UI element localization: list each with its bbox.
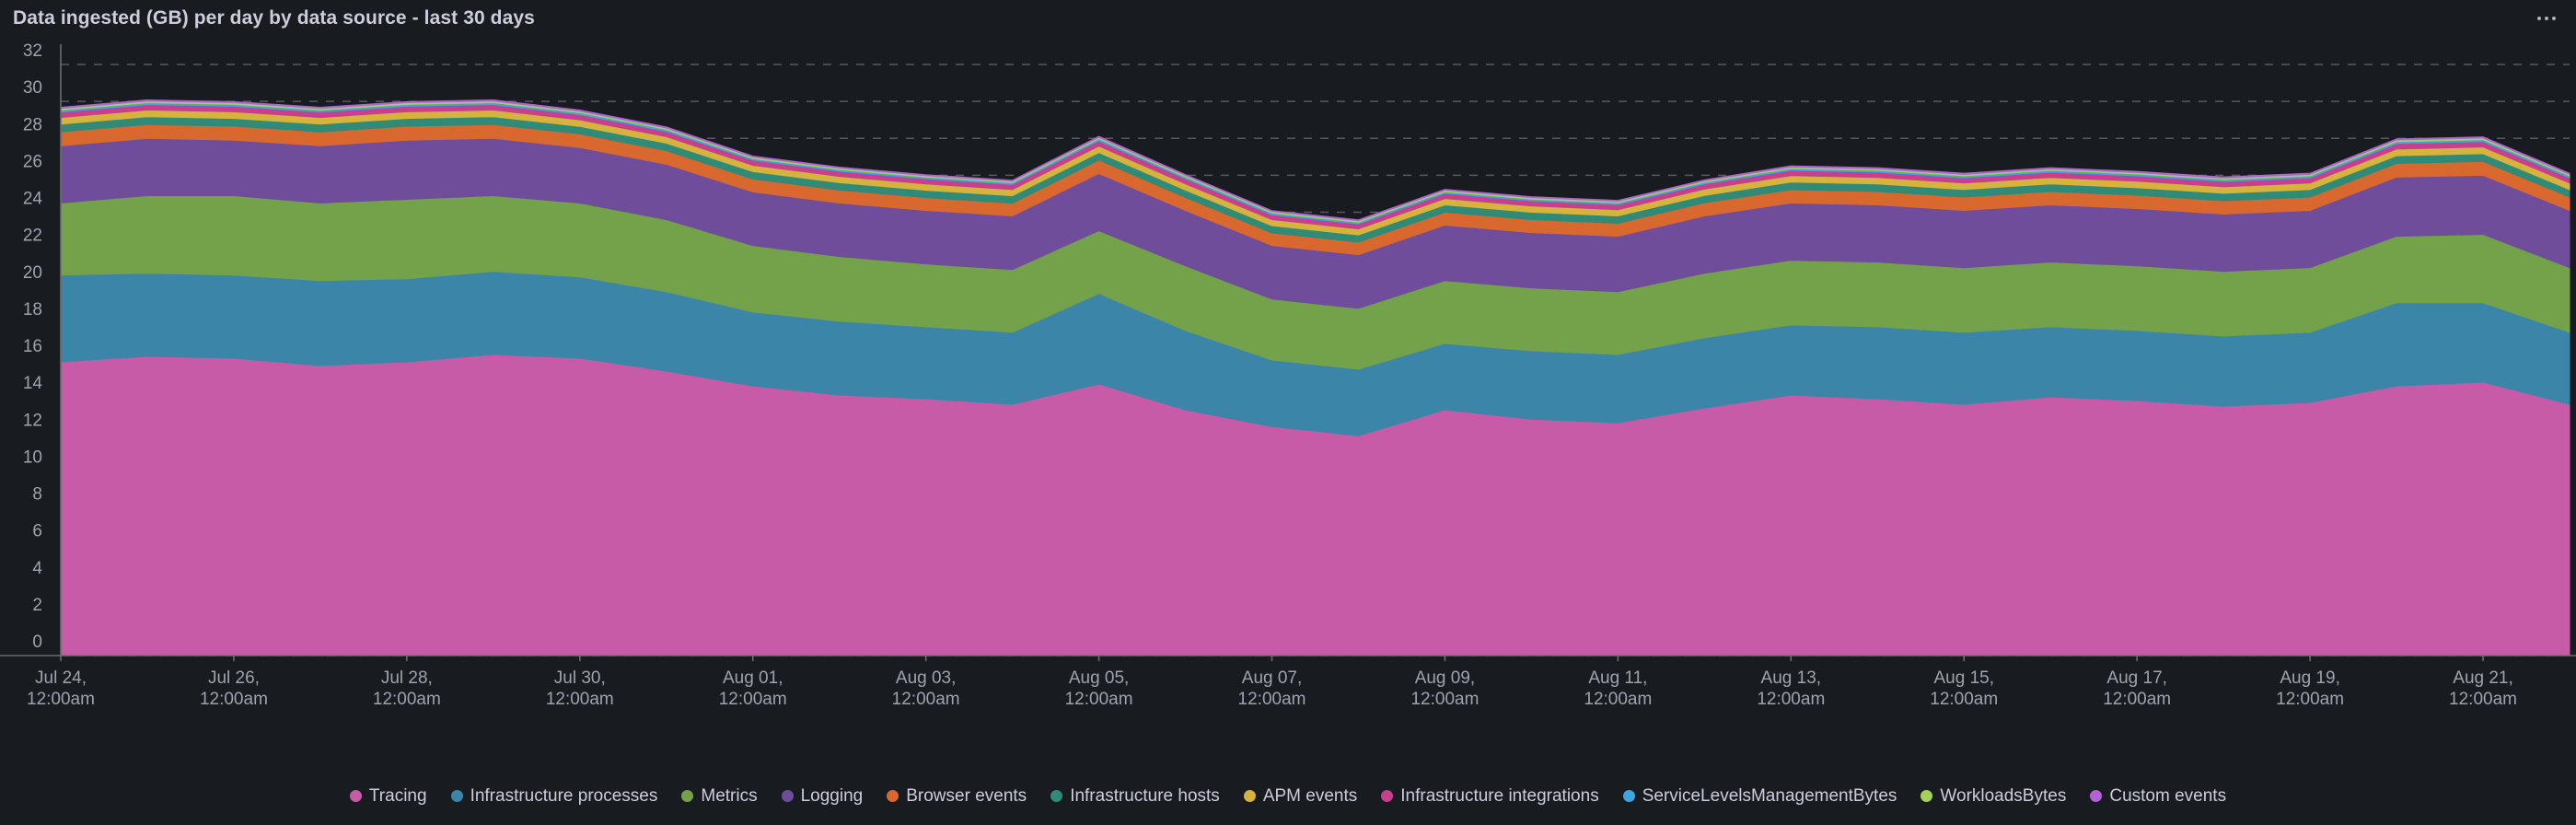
y-axis-tick-label: 18 <box>23 300 42 320</box>
y-axis-tick-labels: 02468101214161820222426283032 <box>23 41 43 652</box>
x-axis-tick-label: Jul 24, 12:00am <box>27 668 95 709</box>
y-axis-tick-label: 12 <box>23 411 42 430</box>
x-axis-tick-label: Aug 21, 12:00am <box>2449 668 2517 709</box>
chart-legend: Tracing Infrastructure processes Metrics Lo… <box>0 775 2576 816</box>
y-axis-tick-label: 0 <box>32 633 42 652</box>
legend-item[interactable]: Browser events <box>887 787 1027 805</box>
kebab-menu-icon[interactable] <box>2534 11 2559 26</box>
x-axis-tick-label: Aug 01, 12:00am <box>719 668 787 709</box>
y-axis-tick-label: 30 <box>23 78 42 98</box>
legend-swatch-icon <box>349 789 362 802</box>
legend-swatch-icon <box>781 789 794 802</box>
x-axis-tick-label: Jul 26, 12:00am <box>200 668 268 709</box>
legend-item-label: APM events <box>1262 785 1358 806</box>
area-series-group <box>60 99 2570 657</box>
legend-swatch-icon <box>887 789 899 802</box>
stacked-area-chart[interactable]: 02468101214161820222426283032 Jul 24, 12:… <box>0 37 2576 773</box>
kebab-dot-1 <box>2537 17 2541 20</box>
legend-swatch-icon <box>1622 789 1635 802</box>
x-axis-tick-label: Jul 30, 12:00am <box>546 668 614 709</box>
y-axis-tick-label: 6 <box>32 522 42 541</box>
y-axis-tick-label: 2 <box>32 596 42 615</box>
y-axis-tick-label: 10 <box>23 447 42 467</box>
legend-swatch-icon <box>681 789 694 802</box>
legend-swatch-icon <box>1050 789 1063 802</box>
y-axis-tick-label: 32 <box>23 41 42 61</box>
chart-area[interactable]: 0 2 4 6 8 10 12 14 16 18 20 22 24 26 28 30 32 Jul 24, 12:… <box>0 37 2576 773</box>
x-axis-tick-label: Aug 15, 12:00am <box>1930 668 1998 709</box>
legend-item-label: Logging <box>800 785 864 806</box>
y-axis-tick-label: 8 <box>32 485 42 505</box>
x-axis-tick-label: Aug 11, 12:00am <box>1584 668 1652 709</box>
y-axis-tick-label: 16 <box>23 337 42 356</box>
x-axis-tick-label: Aug 03, 12:00am <box>892 668 960 709</box>
legend-item-label: WorkloadsBytes <box>1940 785 2067 806</box>
y-axis-tick-label: 24 <box>23 190 43 209</box>
chart-panel: Data ingested (GB) per day by data sourc… <box>0 0 2576 825</box>
legend-swatch-icon <box>450 789 463 802</box>
y-axis-tick-label: 4 <box>32 559 42 578</box>
y-axis-tick-label: 26 <box>23 152 42 171</box>
legend-item-label: Metrics <box>701 785 758 806</box>
legend-item[interactable]: Custom events <box>2090 787 2226 805</box>
page-title: Data ingested (GB) per day by data sourc… <box>13 7 535 29</box>
legend-swatch-icon <box>1381 789 1394 802</box>
panel-header: Data ingested (GB) per day by data sourc… <box>0 0 2576 37</box>
legend-item-label: Browser events <box>906 785 1027 806</box>
legend-item-label: ServiceLevelsManagementBytes <box>1642 785 1897 806</box>
kebab-dot-3 <box>2552 17 2556 20</box>
x-axis-tick-label: Aug 13, 12:00am <box>1757 668 1825 709</box>
legend-item[interactable]: Logging <box>781 785 864 806</box>
y-axis-tick-label: 14 <box>23 374 43 393</box>
legend-item[interactable]: ServiceLevelsManagementBytes <box>1622 785 1897 806</box>
x-axis-tick-label: Aug 19, 12:00am <box>2276 668 2344 709</box>
legend-item-label: Infrastructure hosts <box>1070 785 1220 806</box>
legend-item[interactable]: Infrastructure integrations <box>1381 785 1599 806</box>
y-axis-tick-label: 22 <box>23 227 42 246</box>
x-axis-tick-label: Aug 05, 12:00am <box>1065 668 1133 709</box>
x-axis-tick-label: Jul 28, 12:00am <box>373 668 441 709</box>
y-axis-tick-label: 20 <box>23 263 42 283</box>
legend-item[interactable]: Infrastructure hosts <box>1050 787 1220 805</box>
legend-item[interactable]: Metrics <box>681 785 758 806</box>
legend-item-label: Infrastructure integrations <box>1400 785 1599 806</box>
legend-item-label: Custom events <box>2109 785 2227 806</box>
legend-item-label: Tracing <box>368 785 427 806</box>
x-axis-tick-label: Aug 07, 12:00am <box>1238 668 1306 709</box>
x-axis-tick-labels: Jul 24, 12:00am Jul 26, 12:00am Jul 28, 12:00… <box>27 668 2517 709</box>
x-axis-tick-label: Aug 09, 12:00am <box>1410 668 1479 709</box>
x-axis-tick-label: Aug 17, 12:00am <box>2103 668 2171 709</box>
legend-swatch-icon <box>2090 789 2103 802</box>
legend-item[interactable]: Infrastructure processes <box>450 785 658 806</box>
legend-item[interactable]: APM events <box>1243 785 1358 806</box>
legend-swatch-icon <box>1243 789 1256 802</box>
legend-item[interactable]: WorkloadsBytes <box>1920 787 2066 805</box>
legend-swatch-icon <box>1920 789 1933 802</box>
legend-item-label: Infrastructure processes <box>470 785 658 806</box>
legend-item[interactable]: Tracing <box>349 785 427 806</box>
kebab-dot-2 <box>2545 17 2548 20</box>
y-axis-tick-label: 28 <box>23 115 42 134</box>
